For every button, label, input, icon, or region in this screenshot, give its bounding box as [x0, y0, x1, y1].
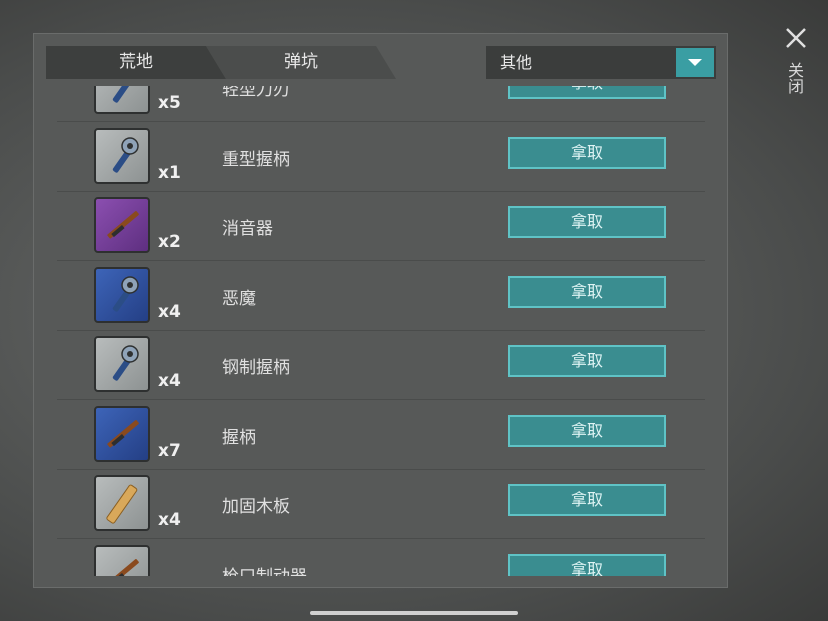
item-name: 枪口制动器 [222, 562, 307, 577]
item-thumbnail [94, 127, 150, 184]
item-name: 消音器 [222, 219, 273, 239]
item-name: 轻型刀刃 [222, 86, 290, 100]
item-quantity: x4 [158, 301, 181, 322]
dropdown-value: 其他 [500, 53, 533, 72]
item-row: x5 轻型刀刃 拿取 [57, 86, 705, 122]
item-thumbnail [94, 475, 150, 531]
close-label[interactable]: 关闭 [785, 62, 806, 94]
item-thumbnail [94, 544, 150, 576]
item-quantity: x4 [158, 510, 181, 530]
item-thumbnail [94, 405, 150, 462]
take-button[interactable]: 拿取 [508, 414, 666, 447]
take-button[interactable]: 拿取 [508, 275, 666, 308]
item-row: x4 加固木板 拿取 [57, 469, 705, 539]
chevron-down-icon[interactable] [676, 48, 714, 77]
item-list[interactable]: x5轻型刀刃拿取x1重型握柄拿取x2消音器拿取x4恶魔拿取x4钢制握柄拿取x7握… [57, 86, 705, 576]
tab-crater[interactable]: 弹坑 [206, 46, 396, 79]
item-row: x4 钢制握柄 拿取 [57, 330, 705, 400]
item-quantity: x5 [158, 93, 181, 113]
item-thumbnail [94, 86, 150, 114]
item-row: x1 重型握柄 拿取 [57, 122, 705, 192]
item-thumbnail [94, 336, 150, 392]
tab-bar: 荒地 弹坑 其他 [46, 46, 716, 79]
item-row: x7 握柄 拿取 [57, 400, 705, 470]
take-button[interactable]: 拿取 [508, 484, 666, 516]
take-button[interactable]: 拿取 [508, 553, 666, 576]
item-name: 恶魔 [222, 288, 256, 309]
loot-panel: 荒地 弹坑 其他 x5轻型刀刃拿取x1重型握柄拿取x2消音器拿取x4恶魔拿取x4… [33, 33, 728, 588]
item-quantity: x2 [158, 232, 181, 252]
item-name: 加固木板 [222, 497, 290, 517]
close-icon[interactable] [784, 26, 808, 50]
home-indicator [310, 611, 518, 615]
take-button[interactable]: 拿取 [508, 136, 666, 169]
item-row: 枪口制动器 拿取 [57, 539, 705, 577]
take-button[interactable]: 拿取 [508, 86, 666, 99]
take-button[interactable]: 拿取 [508, 206, 666, 238]
item-thumbnail [94, 266, 150, 323]
item-row: x4 恶魔 拿取 [57, 261, 705, 331]
item-name: 握柄 [222, 427, 256, 448]
tab-wasteland[interactable]: 荒地 [46, 46, 226, 79]
item-name: 重型握柄 [222, 149, 290, 170]
take-button[interactable]: 拿取 [508, 345, 666, 377]
item-quantity: x1 [158, 162, 181, 183]
item-quantity: x4 [158, 371, 181, 391]
item-row: x2 消音器 拿取 [57, 191, 705, 261]
category-dropdown[interactable]: 其他 [486, 46, 716, 79]
item-quantity: x7 [158, 440, 181, 461]
item-name: 钢制握柄 [222, 358, 290, 378]
item-thumbnail [94, 197, 150, 253]
